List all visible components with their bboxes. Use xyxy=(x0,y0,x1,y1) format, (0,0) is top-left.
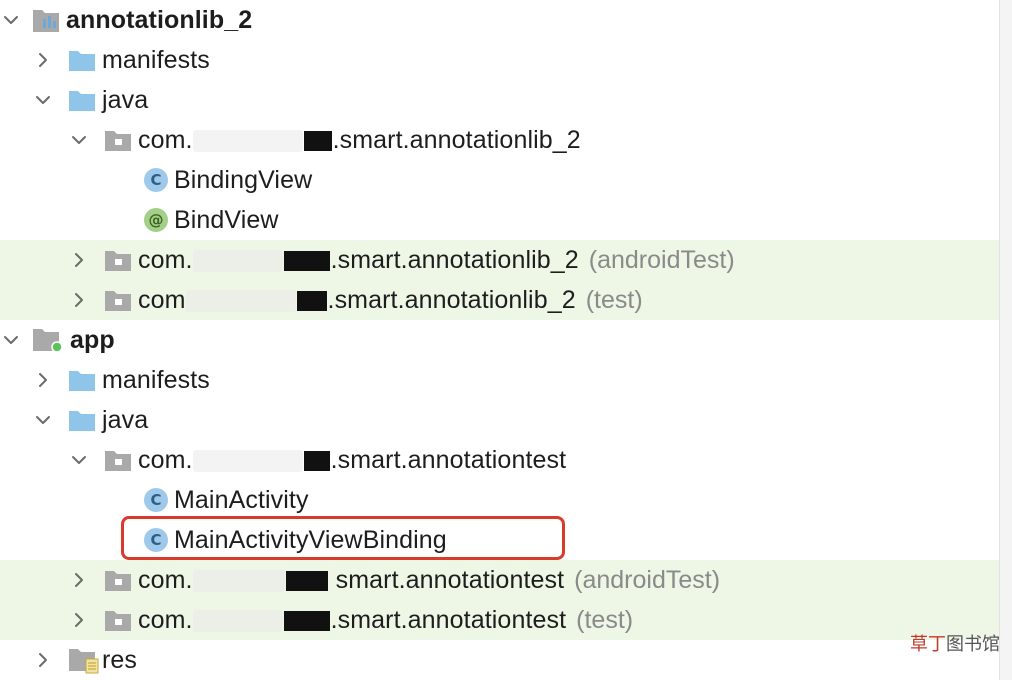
chevron-down-icon[interactable] xyxy=(32,409,54,431)
redacted-blur xyxy=(192,129,303,152)
folder-icon xyxy=(68,408,96,432)
redacted-blur xyxy=(192,249,283,272)
package-suffix: .smart.annotationlib_2 xyxy=(330,245,579,274)
folder-label: res xyxy=(102,645,138,674)
package-prefix: com xyxy=(138,285,186,314)
redacted-block xyxy=(283,610,330,631)
tree-row-module-annotationlib[interactable]: annotationlib_2 xyxy=(0,0,1000,40)
folder-icon xyxy=(68,48,96,72)
tree-row-manifests[interactable]: manifests xyxy=(0,40,1000,80)
class-label: BindingView xyxy=(174,165,313,194)
source-set-tag: (test) xyxy=(576,605,634,634)
package-label: com. smart.annotationtest xyxy=(138,566,564,595)
chevron-right-icon[interactable] xyxy=(68,569,90,591)
package-prefix: com. xyxy=(138,445,193,474)
package-suffix: .smart.annotationtest xyxy=(330,445,567,474)
folder-label: manifests xyxy=(102,365,210,394)
tree-row-package-androidtest[interactable]: com. smart.annotationtest (androidTest) xyxy=(0,560,1000,600)
annotation-label: BindView xyxy=(174,205,279,234)
redacted-blur xyxy=(192,449,303,472)
class-icon: C xyxy=(144,168,168,192)
tree-row-class[interactable]: C MainActivity xyxy=(0,480,1000,520)
module-icon xyxy=(32,7,60,33)
tree-row-package-test[interactable]: com. .smart.annotationtest (test) xyxy=(0,600,1000,640)
redacted-block xyxy=(303,450,330,471)
package-prefix: com. xyxy=(138,605,193,634)
class-icon: C xyxy=(144,488,168,512)
chevron-right-icon[interactable] xyxy=(68,609,90,631)
package-prefix: com. xyxy=(138,125,193,154)
package-icon xyxy=(104,448,132,472)
package-prefix: com. xyxy=(138,245,193,274)
package-label: com. .smart.annotationlib_2 xyxy=(138,246,579,275)
package-label: com. .smart.annotationtest xyxy=(138,446,566,475)
chevron-down-icon[interactable] xyxy=(68,129,90,151)
tree-row-java[interactable]: java xyxy=(0,80,1000,120)
chevron-right-icon[interactable] xyxy=(68,289,90,311)
highlight-annotation-box xyxy=(121,516,565,560)
annotation-icon: @ xyxy=(144,208,168,232)
watermark: 草丁图书馆 xyxy=(910,634,1000,655)
folder-label: java xyxy=(102,405,149,434)
tree-row-annotation[interactable]: @ BindView xyxy=(0,200,1000,240)
package-label: com .smart.annotationlib_2 xyxy=(138,286,576,315)
package-prefix: com. xyxy=(138,565,193,594)
package-icon xyxy=(104,288,132,312)
chevron-right-icon[interactable] xyxy=(68,249,90,271)
package-suffix: .smart.annotationtest xyxy=(330,605,567,634)
chevron-right-icon[interactable] xyxy=(32,649,54,671)
folder-label: manifests xyxy=(102,45,210,74)
chevron-right-icon[interactable] xyxy=(32,369,54,391)
class-label: MainActivity xyxy=(174,485,309,514)
folder-icon xyxy=(68,368,96,392)
redacted-block xyxy=(285,570,328,591)
vertical-scrollbar[interactable] xyxy=(999,0,1012,680)
app-module-icon xyxy=(32,326,64,354)
package-icon xyxy=(104,568,132,592)
redacted-block xyxy=(283,250,330,271)
package-suffix: .smart.annotationlib_2 xyxy=(327,285,576,314)
package-label: com. .smart.annotationtest xyxy=(138,606,566,635)
chevron-down-icon[interactable] xyxy=(32,89,54,111)
source-set-tag: (test) xyxy=(585,285,643,314)
redacted-blur xyxy=(185,289,296,312)
tree-row-class[interactable]: C BindingView xyxy=(0,160,1000,200)
tree-row-module-app[interactable]: app xyxy=(0,320,1000,360)
package-icon xyxy=(104,128,132,152)
tree-row-package[interactable]: com. .smart.annotationlib_2 xyxy=(0,120,1000,160)
chevron-right-icon[interactable] xyxy=(32,49,54,71)
tree-row-res[interactable]: res xyxy=(0,640,1000,680)
tree-row-package-androidtest[interactable]: com. .smart.annotationlib_2 (androidTest) xyxy=(0,240,1000,280)
module-name: annotationlib_2 xyxy=(66,5,253,34)
chevron-down-icon[interactable] xyxy=(0,329,22,351)
redacted-block xyxy=(303,130,332,151)
folder-icon xyxy=(68,88,96,112)
tree-row-package-test[interactable]: com .smart.annotationlib_2 (test) xyxy=(0,280,1000,320)
package-suffix: smart.annotationtest xyxy=(328,565,565,594)
chevron-down-icon[interactable] xyxy=(0,9,22,31)
package-suffix: .smart.annotationlib_2 xyxy=(332,125,581,154)
tree-row-manifests[interactable]: manifests xyxy=(0,360,1000,400)
package-icon xyxy=(104,608,132,632)
resource-folder-icon xyxy=(68,646,100,674)
redacted-block xyxy=(296,290,327,311)
source-set-tag: (androidTest) xyxy=(588,245,735,274)
package-icon xyxy=(104,248,132,272)
chevron-down-icon[interactable] xyxy=(68,449,90,471)
folder-label: java xyxy=(102,85,149,114)
redacted-blur xyxy=(192,569,285,592)
redacted-blur xyxy=(192,609,283,632)
tree-row-package[interactable]: com. .smart.annotationtest xyxy=(0,440,1000,480)
package-label: com. .smart.annotationlib_2 xyxy=(138,126,581,155)
tree-row-java[interactable]: java xyxy=(0,400,1000,440)
source-set-tag: (androidTest) xyxy=(574,565,721,594)
module-name: app xyxy=(70,325,115,354)
